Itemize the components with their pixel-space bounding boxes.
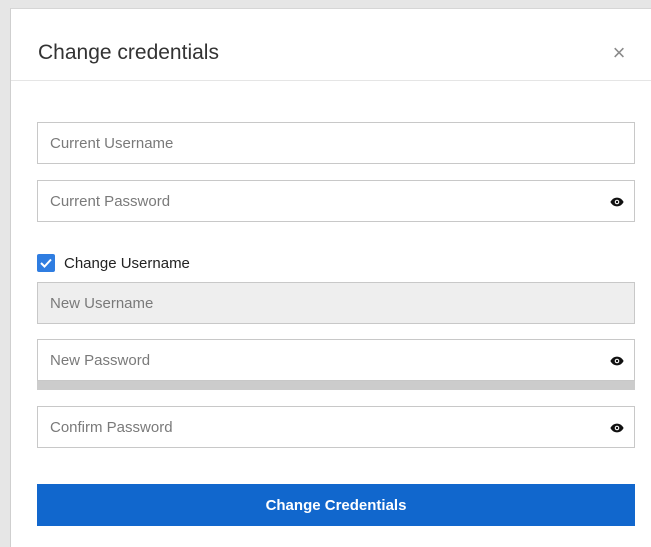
- close-icon: ×: [612, 40, 626, 65]
- current-username-input[interactable]: [38, 123, 634, 163]
- dialog-title: Change credentials: [38, 41, 219, 64]
- change-username-label: Change Username: [64, 254, 190, 272]
- change-username-row: Change Username: [37, 253, 190, 273]
- eye-icon[interactable]: [610, 354, 624, 368]
- new-username-input[interactable]: [38, 283, 634, 323]
- current-password-field: [37, 180, 635, 222]
- eye-icon[interactable]: [610, 195, 624, 209]
- current-password-input[interactable]: [38, 181, 634, 221]
- confirm-password-field: [37, 406, 635, 448]
- new-password-input[interactable]: [38, 340, 634, 380]
- dialog-header: Change credentials ×: [11, 9, 651, 81]
- new-password-field: [37, 339, 635, 381]
- password-strength-bar: [37, 381, 635, 390]
- change-credentials-button[interactable]: Change Credentials: [37, 484, 635, 526]
- new-username-field: [37, 282, 635, 324]
- checkmark-icon: [40, 258, 52, 268]
- eye-icon[interactable]: [610, 421, 624, 435]
- confirm-password-input[interactable]: [38, 407, 634, 447]
- current-username-field: [37, 122, 635, 164]
- close-button[interactable]: ×: [607, 41, 631, 65]
- change-credentials-dialog: Change credentials × Change Username: [10, 8, 651, 547]
- change-username-checkbox[interactable]: [37, 254, 55, 272]
